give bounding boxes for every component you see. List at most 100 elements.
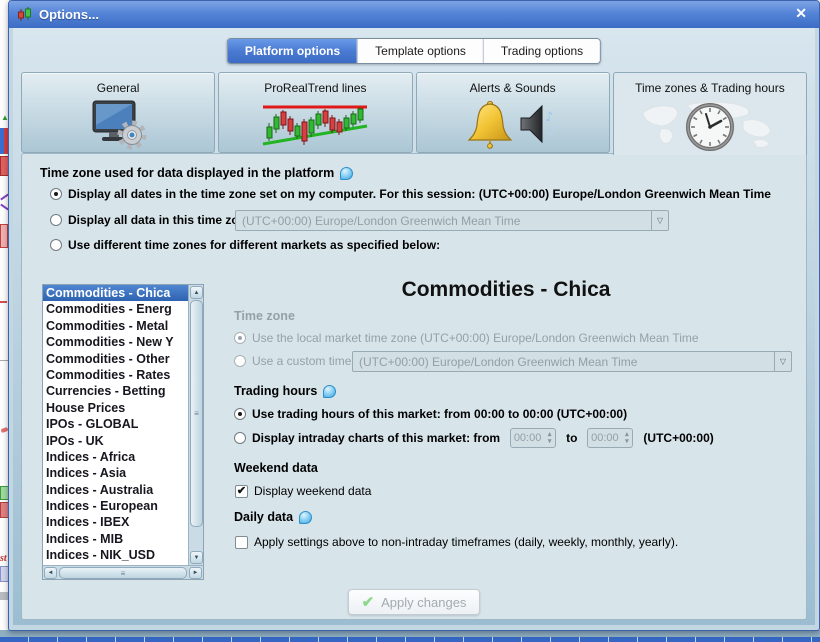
radio-use-market-hours[interactable]: Use trading hours of this market: from 0… [234, 407, 627, 421]
list-item-market[interactable]: Commodities - Energ [43, 301, 188, 317]
to-label: to [566, 431, 578, 445]
spinner-arrows-icon[interactable]: ▴ ▾ [544, 431, 555, 445]
radio-local-market-timezone[interactable]: Use the local market time zone (UTC+00:0… [234, 331, 699, 345]
checkbox-checked[interactable]: ✔ [235, 484, 248, 498]
time-zones-panel: Time zone used for data displayed in the… [21, 153, 807, 620]
from-time-spinner[interactable]: 00:00 ▴ ▾ [510, 428, 557, 448]
from-time-value: 00:00 [513, 432, 542, 444]
radio-button[interactable] [234, 432, 246, 444]
daily-data-checkbox-row[interactable]: Apply settings above to non-intraday tim… [235, 535, 678, 549]
list-item-market[interactable]: IPOs - GLOBAL [43, 416, 188, 432]
list-item-market[interactable]: Indices - Asia [43, 465, 188, 481]
dropdown-arrow-icon[interactable]: ▽ [651, 211, 668, 230]
custom-timezone-dropdown-value: (UTC+00:00) Europe/London Greenwich Mean… [359, 354, 638, 369]
list-item-market[interactable]: Indices - European [43, 498, 188, 514]
radio-computer-timezone[interactable]: Display all dates in the time zone set o… [50, 187, 771, 201]
background-cutoff-label: st [0, 553, 7, 564]
dialog-title: Options... [39, 7, 99, 22]
timezone-heading-label: Time zone [234, 309, 295, 323]
list-item-market[interactable]: Indices - Australia [43, 482, 188, 498]
tab-prorealtrend-lines[interactable]: ProRealTrend lines [218, 72, 413, 153]
radio-button[interactable] [50, 214, 62, 226]
music-note-glyph: ♪ [549, 125, 556, 138]
spin-down-icon[interactable]: ▾ [548, 438, 552, 445]
weekend-heading-label: Weekend data [234, 461, 318, 475]
radio-button[interactable] [234, 332, 246, 344]
list-item-market[interactable]: Indices - MIB [43, 531, 188, 547]
checkbox-unchecked[interactable] [235, 535, 248, 549]
dialog-body: Platform options Template options Tradin… [13, 28, 815, 625]
radio-button[interactable] [234, 355, 246, 367]
radio-button[interactable] [50, 239, 62, 251]
monitor-gear-icon [22, 99, 214, 151]
radio-per-market-label: Use different time zones for different m… [68, 238, 441, 252]
radio-button[interactable] [50, 188, 62, 200]
tab-general-label: General [96, 81, 140, 95]
dropdown-arrow-icon[interactable]: ▽ [774, 352, 791, 371]
market-listbox: Commodities - Chica Commodities - Energ … [42, 284, 204, 580]
list-item-market[interactable]: Indices - NIK_USD [43, 547, 188, 563]
weekend-data-heading: Weekend data [234, 461, 318, 475]
daily-heading-label: Daily data [234, 510, 294, 524]
tab-prorealtrend-label: ProRealTrend lines [264, 81, 367, 95]
radio-per-market-timezone[interactable]: Use different time zones for different m… [50, 238, 440, 252]
help-bubble-icon[interactable] [340, 166, 354, 180]
to-time-spinner[interactable]: 00:00 ▴ ▾ [587, 428, 634, 448]
background-line-fragment [0, 301, 7, 303]
scroll-left-icon[interactable]: ◄ [44, 567, 57, 579]
vertical-scrollbar[interactable]: ▲ ≡ ▼ [188, 285, 203, 565]
dialog-titlebar[interactable]: Options... ✕ [9, 1, 819, 28]
spin-up-icon[interactable]: ▴ [625, 431, 629, 438]
scroll-down-icon[interactable]: ▼ [190, 551, 203, 564]
scroll-right-icon[interactable]: ► [189, 567, 202, 579]
timezone-section-title: Time zone used for data displayed in the… [40, 166, 354, 180]
list-item-market[interactable]: Commodities - New Y [43, 334, 188, 350]
spinner-arrows-icon[interactable]: ▴ ▾ [621, 431, 632, 445]
background-bar-fragment [0, 224, 8, 248]
spin-down-icon[interactable]: ▾ [625, 438, 629, 445]
spin-up-icon[interactable]: ▴ [548, 431, 552, 438]
list-item-market[interactable]: Commodities - Metal [43, 318, 188, 334]
list-item-market[interactable]: House Prices [43, 400, 188, 416]
options-dialog: Options... ✕ Platform options Template o… [8, 0, 820, 631]
horizontal-scroll-thumb[interactable]: ≡ [59, 567, 187, 579]
tab-trading-options[interactable]: Trading options [482, 39, 601, 63]
radio-this-timezone[interactable]: Display all data in this time zone: [50, 213, 257, 227]
top-tab-bar: Platform options Template options Tradin… [226, 38, 602, 64]
tab-general[interactable]: General [21, 72, 216, 153]
to-time-value: 00:00 [591, 432, 619, 444]
check-icon: ✔ [361, 594, 375, 611]
timezone-dropdown: (UTC+00:00) Europe/London Greenwich Mean… [235, 210, 669, 231]
horizontal-scrollbar[interactable]: ◄ ≡ ► [43, 565, 203, 579]
apply-changes-button[interactable]: ✔ Apply changes [348, 589, 480, 615]
tab-platform-options[interactable]: Platform options [227, 39, 358, 63]
candlestick-icon [18, 6, 31, 21]
list-item-market[interactable]: Commodities - Rates [43, 367, 188, 383]
apply-button-label: Apply changes [381, 594, 467, 610]
tab-time-zones[interactable]: Time zones & Trading hours [612, 72, 807, 155]
trend-chart-icon [219, 99, 411, 149]
weekend-data-checkbox-row[interactable]: ✔ Display weekend data [235, 484, 371, 498]
list-item-market[interactable]: Commodities - Chica [43, 285, 188, 302]
help-bubble-icon[interactable] [323, 384, 337, 398]
list-item-market[interactable]: Commodities - Other [43, 351, 188, 367]
radio-intraday-label: Display intraday charts of this market: … [252, 431, 501, 445]
background-band [0, 630, 820, 637]
help-bubble-icon[interactable] [299, 510, 313, 524]
radio-button[interactable] [234, 408, 246, 420]
tab-alerts-label: Alerts & Sounds [469, 81, 556, 95]
scroll-up-icon[interactable]: ▲ [190, 286, 203, 299]
list-item-market[interactable]: Currencies - Betting [43, 383, 188, 399]
market-list: Commodities - Chica Commodities - Energ … [43, 285, 188, 565]
list-item-market[interactable]: Indices - Africa [43, 449, 188, 465]
radio-intraday-hours[interactable]: Display intraday charts of this market: … [234, 428, 714, 448]
vertical-scroll-thumb[interactable]: ≡ [190, 300, 203, 527]
radio-computer-label: Display all dates in the time zone set o… [68, 187, 771, 201]
list-item-market[interactable]: Indices - IBEX [43, 514, 188, 530]
timezone-dropdown-value: (UTC+00:00) Europe/London Greenwich Mean… [242, 213, 521, 228]
close-icon[interactable]: ✕ [795, 5, 807, 22]
list-item-market[interactable]: IPOs - UK [43, 433, 188, 449]
radio-local-label: Use the local market time zone (UTC+00:0… [252, 331, 699, 345]
tab-alerts-sounds[interactable]: Alerts & Sounds ♪ ♪ [415, 72, 610, 153]
tab-template-options[interactable]: Template options [357, 39, 483, 63]
